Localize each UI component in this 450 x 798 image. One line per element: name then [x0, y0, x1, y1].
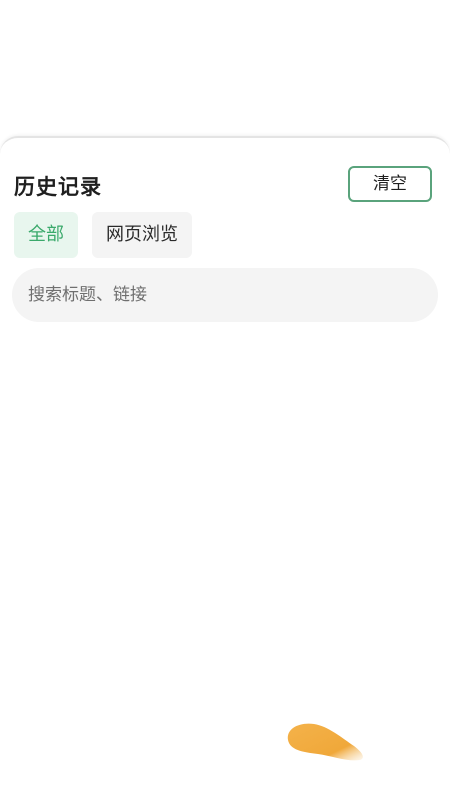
screen: 历史记录 清空 全部 网页浏览 搜索标题、链接: [0, 0, 450, 798]
history-sheet: 历史记录 清空 全部 网页浏览 搜索标题、链接: [0, 136, 450, 798]
tab-all[interactable]: 全部: [14, 212, 78, 258]
search-placeholder: 搜索标题、链接: [28, 285, 147, 305]
clear-button[interactable]: 清空: [348, 166, 432, 202]
floating-orange-shape: [287, 723, 363, 761]
tab-web-browsing[interactable]: 网页浏览: [92, 212, 192, 258]
page-title: 历史记录: [14, 175, 102, 199]
search-input[interactable]: 搜索标题、链接: [12, 268, 438, 322]
history-header: 历史记录 清空: [14, 166, 432, 204]
